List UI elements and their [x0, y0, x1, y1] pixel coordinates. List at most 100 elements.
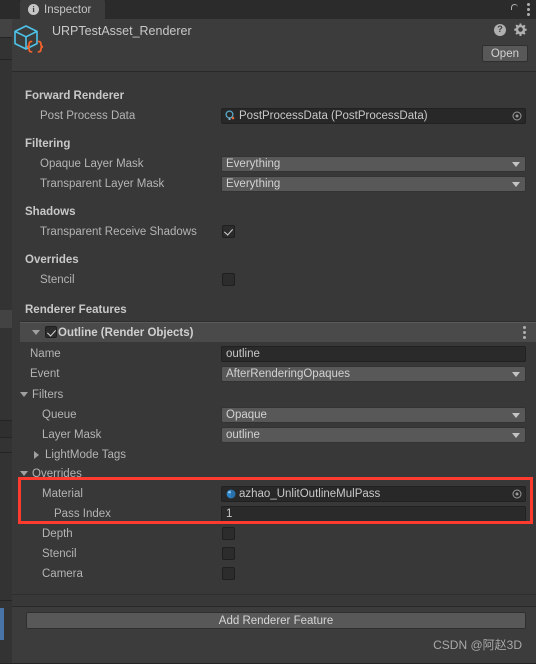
left-panel-divider [0, 37, 12, 38]
transparent-layer-mask-value: Everything [226, 178, 281, 190]
left-panel-selection-accent [0, 608, 4, 640]
queue-dropdown[interactable]: Opaque [221, 407, 526, 423]
field-stencil: Stencil [12, 270, 536, 290]
left-panel-divider [0, 59, 12, 60]
queue-value: Opaque [226, 409, 267, 421]
transparent-receive-shadows-checkbox[interactable] [222, 225, 235, 238]
field-layer-mask: Layer Mask outline [12, 425, 536, 445]
field-label: Opaque Layer Mask [40, 158, 144, 170]
left-panel-strip [0, 0, 12, 664]
material-object-field[interactable]: azhao_UnlitOutlineMulPass [221, 486, 526, 502]
group-label: Overrides [32, 468, 82, 480]
section-overrides: Overrides [12, 250, 536, 270]
field-opaque-layer-mask: Opaque Layer Mask Everything [12, 154, 536, 174]
renderer-feature-header[interactable]: Outline (Render Objects) [20, 322, 536, 342]
group-filters[interactable]: Filters [12, 385, 536, 405]
group-lightmode-tags[interactable]: LightMode Tags [12, 445, 536, 465]
field-label: Camera [42, 568, 83, 580]
add-renderer-feature-button[interactable]: Add Renderer Feature [26, 612, 526, 629]
kebab-menu-icon[interactable] [523, 326, 526, 339]
field-label: Name [30, 348, 61, 360]
help-circle-icon[interactable]: ? [494, 23, 506, 36]
section-title: Renderer Features [25, 304, 127, 316]
stencil-checkbox[interactable] [222, 273, 235, 286]
unity-inspector-window: i Inspector URPTestAsset_Renderer ? Open [0, 0, 536, 664]
field-label: Pass Index [54, 508, 111, 520]
depth-checkbox[interactable] [222, 527, 235, 540]
post-process-data-object-field[interactable]: PostProcessData (PostProcessData) [221, 108, 526, 124]
field-label: Transparent Receive Shadows [40, 226, 197, 238]
field-transparent-layer-mask: Transparent Layer Mask Everything [12, 174, 536, 194]
feature-foldout-arrow[interactable] [32, 330, 40, 335]
left-panel-row [0, 19, 12, 37]
camera-checkbox[interactable] [222, 567, 235, 580]
field-pass-index: Pass Index 1 [12, 504, 536, 524]
object-picker-icon[interactable] [512, 489, 522, 499]
material-sphere-icon [226, 489, 236, 499]
section-title: Filtering [25, 138, 71, 150]
field-transparent-receive-shadows: Transparent Receive Shadows [12, 222, 536, 242]
transparent-layer-mask-dropdown[interactable]: Everything [221, 176, 526, 192]
object-picker-icon[interactable] [512, 111, 522, 121]
feature-name-value: outline [226, 348, 260, 360]
section-title: Overrides [25, 254, 79, 266]
tab-bar-actions [509, 0, 530, 82]
field-label: Stencil [40, 274, 75, 286]
kebab-menu-icon[interactable] [527, 3, 530, 16]
lightmode-tags-foldout-arrow[interactable] [34, 451, 39, 459]
feature-enabled-checkbox[interactable] [45, 326, 57, 338]
feature-overrides-foldout-arrow[interactable] [20, 471, 28, 476]
left-panel-tab-edge [0, 0, 12, 19]
left-panel-divider [0, 452, 12, 453]
chevron-down-icon [512, 433, 520, 438]
post-process-data-value: PostProcessData (PostProcessData) [239, 110, 428, 122]
scriptable-object-cube-icon [14, 25, 44, 53]
filters-foldout-arrow[interactable] [20, 392, 28, 397]
feature-event-dropdown[interactable]: AfterRenderingOpaques [221, 366, 526, 382]
left-panel-row [0, 310, 12, 328]
tab-inspector[interactable]: i Inspector [20, 0, 106, 19]
pass-index-input[interactable]: 1 [221, 506, 526, 522]
feature-name-input[interactable]: outline [221, 346, 526, 362]
gear-icon[interactable] [514, 23, 527, 36]
field-label: Post Process Data [40, 110, 136, 122]
feature-stencil-checkbox[interactable] [222, 547, 235, 560]
left-panel-divider [0, 600, 12, 601]
section-shadows: Shadows [12, 202, 536, 222]
field-label: Layer Mask [42, 429, 102, 441]
group-label: Filters [32, 389, 64, 401]
chevron-down-icon [512, 182, 520, 187]
section-title: Shadows [25, 206, 76, 218]
footer-divider [12, 606, 536, 607]
tab-bar: i Inspector [12, 0, 536, 82]
inspector-body: Forward Renderer Post Process Data PostP… [12, 72, 536, 606]
info-circle-icon: i [28, 4, 39, 15]
section-title: Forward Renderer [25, 90, 125, 102]
layer-mask-dropdown[interactable]: outline [221, 427, 526, 443]
unlocked-padlock-icon[interactable] [509, 4, 518, 82]
open-button[interactable]: Open [481, 45, 528, 62]
field-camera: Camera [12, 564, 536, 584]
section-forward-renderer: Forward Renderer [12, 86, 536, 106]
field-feature-name: Name outline [12, 344, 536, 364]
field-material: Material azhao_UnlitOutlineMulPass [12, 484, 536, 504]
field-feature-event: Event AfterRenderingOpaques [12, 364, 536, 384]
feature-title: Outline (Render Objects) [58, 327, 194, 339]
field-depth: Depth [12, 524, 536, 544]
field-label: Depth [42, 528, 73, 540]
opaque-layer-mask-dropdown[interactable]: Everything [221, 156, 526, 172]
group-feature-overrides[interactable]: Overrides [12, 464, 536, 484]
left-panel-row [0, 438, 12, 452]
field-label: Event [30, 368, 60, 380]
chevron-down-icon [512, 413, 520, 418]
left-panel-row [0, 421, 12, 437]
field-label: Material [42, 488, 83, 500]
feature-bottom-divider [12, 594, 536, 595]
field-queue: Queue Opaque [12, 405, 536, 425]
pass-index-value: 1 [226, 508, 233, 520]
postprocess-asset-icon [225, 110, 235, 121]
header-actions: ? [494, 23, 527, 36]
chevron-down-icon [512, 372, 520, 377]
field-feature-stencil: Stencil [12, 544, 536, 564]
opaque-layer-mask-value: Everything [226, 158, 281, 170]
